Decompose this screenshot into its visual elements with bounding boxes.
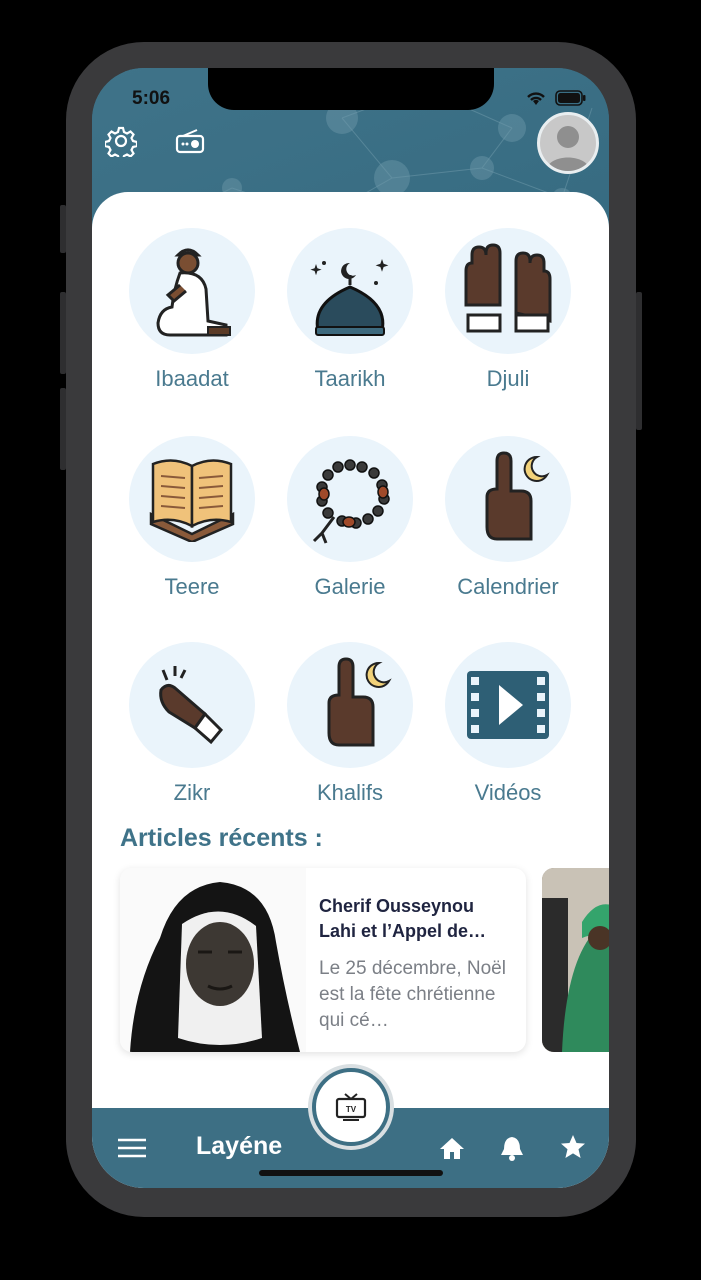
grid-item-videos[interactable]: Vidéos [428,642,588,806]
open-quran-icon [149,459,235,542]
home-indicator [259,1170,443,1176]
article-title: Cherif Ousseynou Lahi et l’Appel de… [319,896,487,941]
device-notch [208,68,494,110]
notifications-button[interactable] [498,1133,526,1163]
grid-item-label: Taarikh [314,366,386,391]
grid-item-khalifs[interactable]: Khalifs [270,642,430,806]
grid-icon-circle [445,228,571,354]
tv-label: TV [346,1105,357,1114]
app-screen: 5:06 Ibaadat Taarikh Djuli Teere Galerie… [92,68,609,1188]
grid-item-zikr[interactable]: Zikr [112,642,272,806]
praying-hands-icon [464,243,552,333]
power-button [636,292,642,430]
user-silhouette-icon [546,126,590,171]
bell-icon [501,1137,523,1161]
grid-item-label: Zikr [173,780,211,805]
radio-icon [175,129,205,154]
hand-moon-icon [485,451,550,541]
grid-item-djuli[interactable]: Djuli [428,228,588,392]
grid-icon-circle [287,436,413,562]
main-content: Ibaadat Taarikh Djuli Teere Galerie Cale… [92,192,609,1188]
grid-item-ibaadat[interactable]: Ibaadat [112,228,272,392]
article-image [542,868,609,1052]
radio-button[interactable] [174,126,206,156]
menu-button[interactable] [116,1134,148,1162]
tv-button[interactable]: TV [312,1068,390,1146]
gear-icon [105,126,137,157]
home-icon [440,1138,464,1159]
grid-item-label: Khalifs [316,780,384,805]
status-time: 5:06 [132,88,171,109]
volume-up-button [60,292,66,374]
mute-switch [60,205,66,253]
grid-item-label: Calendrier [457,574,559,599]
grid-item-label: Vidéos [474,780,542,805]
bottom-tab-bar: Layéne TV [92,1068,609,1188]
star-icon [561,1135,585,1158]
article-card-next[interactable] [542,868,609,1052]
praying-man-icon [156,248,231,337]
mosque-dome-icon [310,259,389,336]
article-excerpt: Le 25 décembre, Noël est la fête chrétie… [319,958,506,1031]
favorites-button[interactable] [558,1132,588,1162]
grid-item-label: Djuli [486,366,530,391]
grid-item-label: Ibaadat [155,366,229,391]
grid-item-calendrier[interactable]: Calendrier [428,436,588,600]
grid-icon-circle [287,228,413,354]
video-play-icon [467,671,549,739]
grid-icon-circle [129,642,255,768]
wifi-icon [527,92,545,105]
volume-down-button [60,388,66,470]
settings-button[interactable] [104,124,138,158]
hamburger-icon [118,1138,146,1158]
article-card[interactable]: Cherif Ousseynou Lahi et l’Appel de… Le … [120,868,526,1052]
prayer-beads-icon [312,459,390,544]
app-title: Layéne [196,1132,283,1160]
grid-icon-circle [445,642,571,768]
grid-item-taarikh[interactable]: Taarikh [270,228,430,392]
hand-moon-icon [327,657,392,747]
grid-icon-circle [129,228,255,354]
home-button[interactable] [438,1134,466,1162]
grid-item-label: Teere [164,574,220,599]
section-title: Articles récents : [120,824,323,852]
grid-icon-circle [445,436,571,562]
grid-item-galerie[interactable]: Galerie [270,436,430,600]
grid-icon-circle [129,436,255,562]
article-image [120,868,306,1052]
user-avatar[interactable] [537,112,599,174]
grid-icon-circle [287,642,413,768]
tv-icon: TV [335,1093,367,1121]
status-icons [525,90,587,106]
battery-icon [555,90,586,106]
snapping-hand-icon [159,666,224,745]
grid-item-label: Galerie [314,574,386,599]
grid-item-teere[interactable]: Teere [112,436,272,600]
